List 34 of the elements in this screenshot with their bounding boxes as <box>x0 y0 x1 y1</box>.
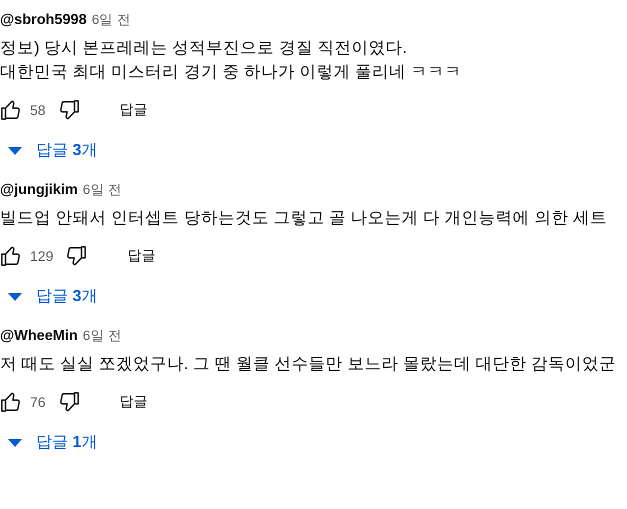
comment-author[interactable]: @jungjikim <box>0 182 78 198</box>
comment-author[interactable]: @WheeMin <box>0 328 78 344</box>
reply-button[interactable]: 답글 <box>112 389 156 415</box>
thumbs-up-icon <box>0 391 22 413</box>
like-button[interactable] <box>0 391 22 413</box>
comment-time: 6일 전 <box>92 11 131 29</box>
caret-down-icon <box>8 292 22 300</box>
reply-button[interactable]: 답글 <box>119 243 164 269</box>
dislike-button[interactable] <box>65 245 88 267</box>
thumbs-down-icon <box>65 245 88 267</box>
comment-text: 정보) 당시 본프레레는 성적부진으로 경질 직전이였다. <box>0 38 408 59</box>
dislike-button[interactable] <box>58 391 80 413</box>
caret-down-icon <box>8 438 22 446</box>
like-button[interactable] <box>0 245 22 267</box>
thumbs-down-icon <box>58 99 80 121</box>
like-button[interactable] <box>0 99 22 121</box>
comment-text: 빌드업 안돼서 인터셉트 당하는것도 그렇고 골 나오는게 다 개인능력에 의한 세트 <box>0 208 608 229</box>
like-count: 58 <box>30 102 46 118</box>
caret-down-icon <box>8 146 22 154</box>
reply-button[interactable]: 답글 <box>112 97 156 123</box>
comment-time: 6일 전 <box>82 327 122 345</box>
like-count: 76 <box>30 394 46 410</box>
comment-text: 대한민국 최대 미스터리 경기 중 하나가 이렇게 풀리네 ㅋㅋㅋ <box>0 62 463 83</box>
comment-author[interactable]: @sbroh5998 <box>0 12 87 28</box>
view-replies-button[interactable]: 답글 3개 <box>0 280 98 313</box>
thumbs-up-icon <box>0 245 22 267</box>
view-replies-button[interactable]: 답글 3개 <box>0 134 98 167</box>
thumbs-up-icon <box>0 99 22 121</box>
view-replies-button[interactable]: 답글 1개 <box>0 426 98 459</box>
like-count: 129 <box>30 248 54 264</box>
comment-text: 저 때도 실실 쪼겠었구나. 그 땐 월클 선수들만 보느라 몰랐는데 대단한 감독이었군 <box>0 354 618 375</box>
comment-time: 6일 전 <box>82 181 122 199</box>
dislike-button[interactable] <box>58 99 80 121</box>
thumbs-down-icon <box>58 391 80 413</box>
